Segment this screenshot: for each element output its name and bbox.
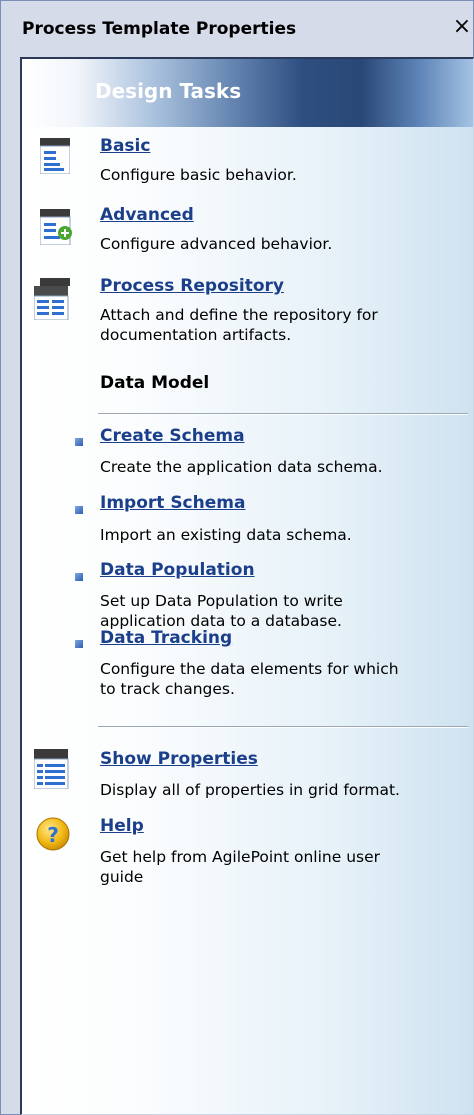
window-title: Process Template Properties bbox=[22, 19, 297, 39]
basic-link[interactable]: Basic bbox=[100, 136, 150, 156]
data-tracking-description-line1: Configure the data elements for which bbox=[100, 660, 399, 678]
help-description-line1: Get help from AgilePoint online user bbox=[100, 848, 380, 866]
bullet-icon bbox=[75, 438, 83, 446]
show-properties-description: Display all of properties in grid format… bbox=[100, 781, 400, 799]
design-tasks-panel: Design Tasks Basic Configure basic behav… bbox=[20, 57, 474, 1115]
document-add-icon bbox=[40, 209, 72, 245]
process-repository-description-line1: Attach and define the repository for bbox=[100, 306, 378, 324]
panel-header-title: Design Tasks bbox=[95, 79, 242, 103]
import-schema-link[interactable]: Import Schema bbox=[100, 493, 245, 513]
help-icon: ? bbox=[36, 817, 70, 851]
bullet-icon bbox=[75, 506, 83, 514]
close-icon[interactable]: × bbox=[452, 15, 472, 39]
bullet-icon bbox=[75, 573, 83, 581]
data-population-link[interactable]: Data Population bbox=[100, 560, 255, 580]
create-schema-description: Create the application data schema. bbox=[100, 458, 383, 476]
data-population-description-line1: Set up Data Population to write bbox=[100, 592, 343, 610]
panel-header: Design Tasks bbox=[22, 59, 473, 127]
repository-icon bbox=[34, 278, 70, 320]
section-divider bbox=[98, 413, 468, 415]
data-tracking-link[interactable]: Data Tracking bbox=[100, 628, 232, 648]
data-tracking-description-line2: to track changes. bbox=[100, 680, 235, 698]
process-repository-link[interactable]: Process Repository bbox=[100, 276, 284, 296]
import-schema-description: Import an existing data schema. bbox=[100, 526, 352, 544]
advanced-description: Configure advanced behavior. bbox=[100, 235, 333, 253]
document-icon bbox=[40, 138, 70, 174]
bullet-icon bbox=[75, 640, 83, 648]
show-properties-link[interactable]: Show Properties bbox=[100, 749, 258, 769]
help-link[interactable]: Help bbox=[100, 816, 144, 836]
section-divider bbox=[98, 726, 468, 728]
data-model-heading: Data Model bbox=[100, 373, 210, 393]
title-bar: Process Template Properties × bbox=[1, 1, 473, 57]
basic-description: Configure basic behavior. bbox=[100, 166, 297, 184]
create-schema-link[interactable]: Create Schema bbox=[100, 426, 245, 446]
process-repository-description-line2: documentation artifacts. bbox=[100, 326, 292, 344]
grid-icon bbox=[34, 749, 69, 789]
properties-window: Process Template Properties × Design Tas… bbox=[0, 0, 474, 1115]
advanced-link[interactable]: Advanced bbox=[100, 205, 194, 225]
svg-text:?: ? bbox=[47, 823, 59, 847]
help-description-line2: guide bbox=[100, 868, 144, 886]
